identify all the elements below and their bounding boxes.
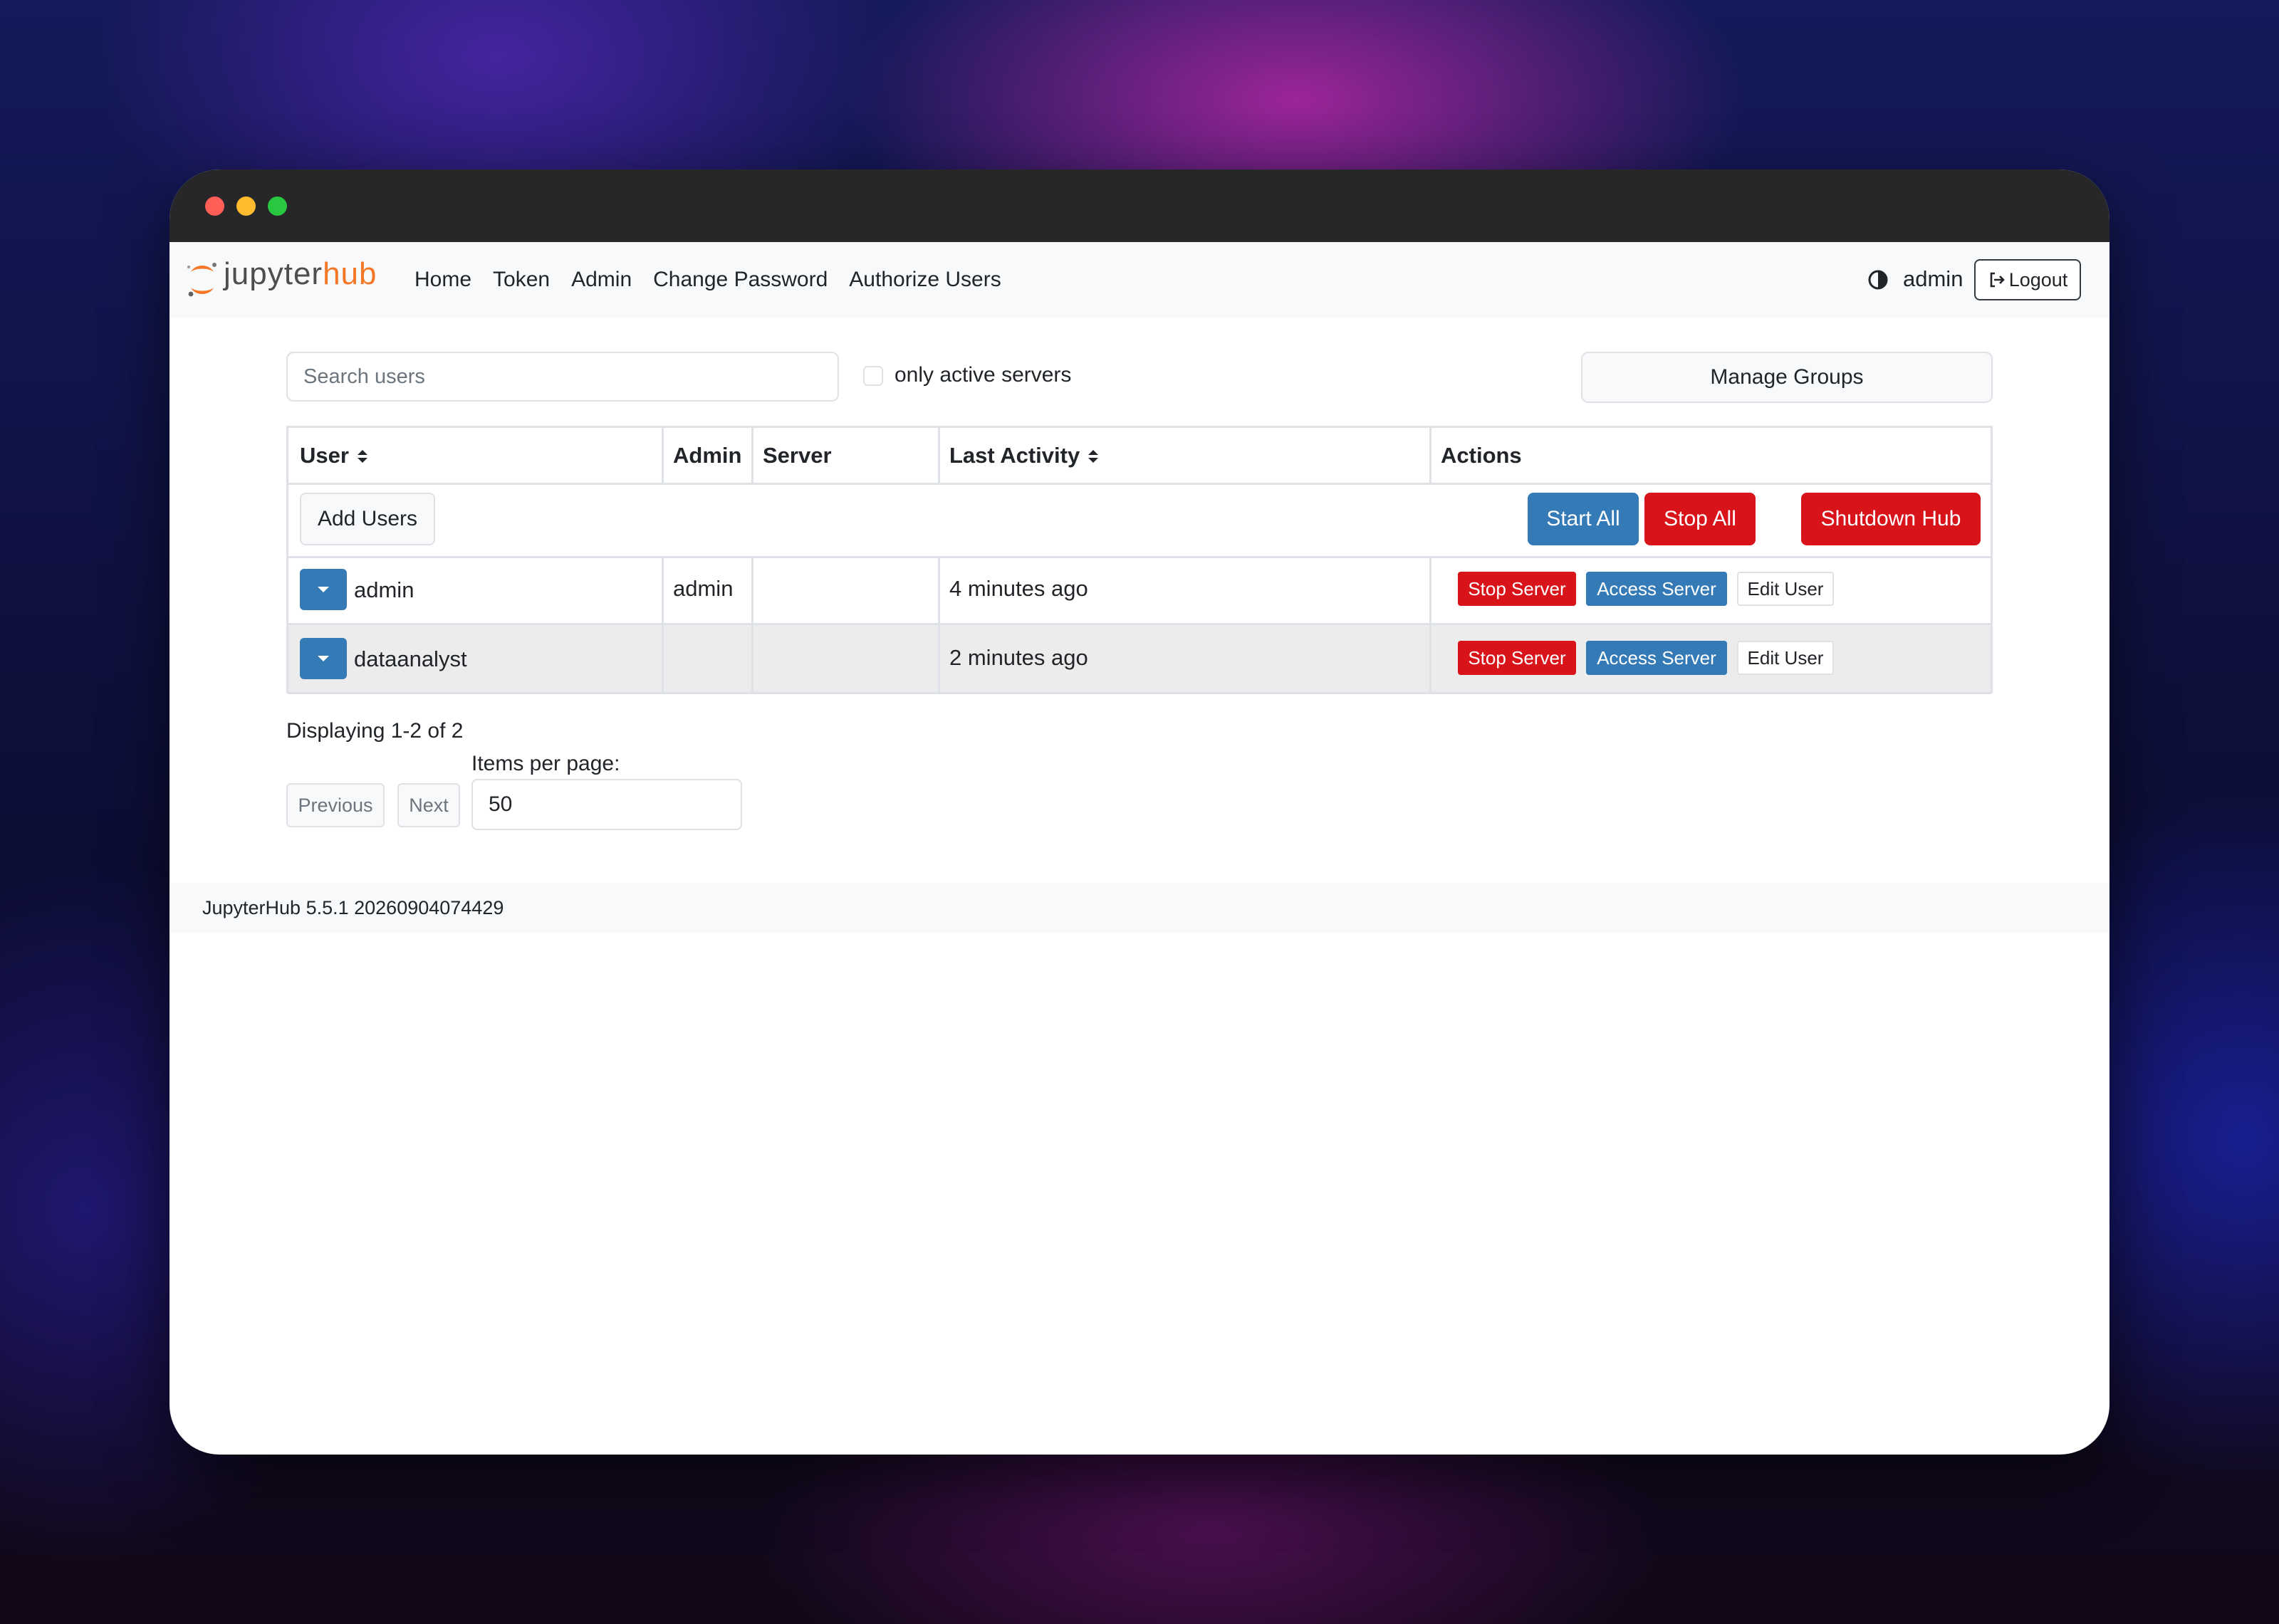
footer: JupyterHub 5.5.1 20260904074429 xyxy=(170,883,2109,933)
column-divider xyxy=(938,428,940,483)
only-active-servers-label: only active servers xyxy=(895,363,1072,387)
user-name: dataanalyst xyxy=(354,646,467,671)
caret-down-icon xyxy=(318,656,329,661)
logout-button[interactable]: Logout xyxy=(1974,259,2081,300)
sort-user-icon[interactable] xyxy=(356,446,369,466)
pagination-summary: Displaying 1-2 of 2 xyxy=(286,719,464,743)
nav-authorize-users-link[interactable]: Authorize Users xyxy=(849,268,1001,292)
sort-last-activity-icon[interactable] xyxy=(1087,446,1100,466)
access-server-button[interactable]: Access Server xyxy=(1586,572,1727,606)
header-user-label: User xyxy=(300,442,349,468)
shutdown-hub-button[interactable]: Shutdown Hub xyxy=(1801,493,1981,545)
caret-down-icon xyxy=(318,587,329,592)
brand-name-jupyter: jupyter xyxy=(224,256,323,291)
column-divider xyxy=(1429,428,1431,483)
stop-all-button[interactable]: Stop All xyxy=(1644,493,1756,545)
start-all-button[interactable]: Start All xyxy=(1528,493,1639,545)
search-users-input[interactable] xyxy=(286,352,839,402)
nav-change-password-link[interactable]: Change Password xyxy=(653,268,828,292)
only-active-servers-checkbox[interactable] xyxy=(863,366,883,386)
minimize-window-button[interactable] xyxy=(236,197,256,216)
contrast-icon[interactable] xyxy=(1867,269,1889,290)
version-text: JupyterHub 5.5.1 20260904074429 xyxy=(202,897,504,918)
current-username: admin xyxy=(1903,266,1964,291)
header-actions: Actions xyxy=(1441,442,1522,468)
navbar: jupyterhub Home Token Admin Change Passw… xyxy=(170,242,2109,318)
maximize-window-button[interactable] xyxy=(268,197,287,216)
user-name: admin xyxy=(354,577,414,602)
stop-server-button[interactable]: Stop Server xyxy=(1458,572,1576,606)
users-table: User Admin Server Last Activity Actions … xyxy=(286,426,1993,694)
column-divider xyxy=(1429,556,1431,623)
previous-page-button[interactable]: Previous xyxy=(286,783,385,827)
add-users-button[interactable]: Add Users xyxy=(300,493,435,545)
logout-icon xyxy=(1990,272,2005,288)
manage-groups-button[interactable]: Manage Groups xyxy=(1581,352,1993,403)
nav-home-link[interactable]: Home xyxy=(414,268,471,292)
logout-label: Logout xyxy=(2008,268,2068,290)
user-last-activity: 4 minutes ago xyxy=(949,576,1088,601)
items-per-page-input[interactable] xyxy=(471,779,742,830)
access-server-button[interactable]: Access Server xyxy=(1586,641,1727,675)
column-divider xyxy=(662,428,664,483)
table-header-row: User Admin Server Last Activity Actions xyxy=(288,428,1991,485)
next-page-button[interactable]: Next xyxy=(397,783,460,827)
column-divider xyxy=(662,625,664,692)
stop-server-button[interactable]: Stop Server xyxy=(1458,641,1576,675)
items-per-page-label: Items per page: xyxy=(471,752,620,775)
column-divider xyxy=(662,556,664,623)
column-divider xyxy=(751,428,753,483)
header-last-activity-label: Last Activity xyxy=(949,442,1080,468)
expand-user-button[interactable] xyxy=(300,638,347,679)
header-last-activity: Last Activity xyxy=(938,428,1429,483)
column-divider xyxy=(751,625,753,692)
column-divider xyxy=(938,625,940,692)
jupyter-logo-icon[interactable] xyxy=(185,261,219,300)
edit-user-button[interactable]: Edit User xyxy=(1737,572,1834,606)
table-row: admin admin 4 minutes ago Stop Server Ac… xyxy=(288,556,1991,625)
header-user: User xyxy=(288,428,662,483)
window-titlebar xyxy=(170,169,2109,242)
bulk-actions-row: Add Users Start All Stop All Shutdown Hu… xyxy=(288,483,1991,558)
header-server: Server xyxy=(763,442,832,468)
nav-links: Home Token Admin Change Password Authori… xyxy=(414,268,1001,292)
column-divider xyxy=(751,556,753,623)
close-window-button[interactable] xyxy=(205,197,224,216)
edit-user-button[interactable]: Edit User xyxy=(1737,641,1834,675)
browser-window: jupyterhub Home Token Admin Change Passw… xyxy=(170,169,2109,1455)
column-divider xyxy=(938,556,940,623)
header-admin: Admin xyxy=(673,442,742,468)
table-row: dataanalyst 2 minutes ago Stop Server Ac… xyxy=(288,625,1991,694)
nav-admin-link[interactable]: Admin xyxy=(571,268,632,292)
user-admin: admin xyxy=(673,576,734,601)
brand-name-hub: hub xyxy=(323,256,377,291)
brand-name[interactable]: jupyterhub xyxy=(224,256,377,292)
expand-user-button[interactable] xyxy=(300,569,347,610)
column-divider xyxy=(1429,625,1431,692)
nav-token-link[interactable]: Token xyxy=(493,268,550,292)
user-last-activity: 2 minutes ago xyxy=(949,645,1088,670)
